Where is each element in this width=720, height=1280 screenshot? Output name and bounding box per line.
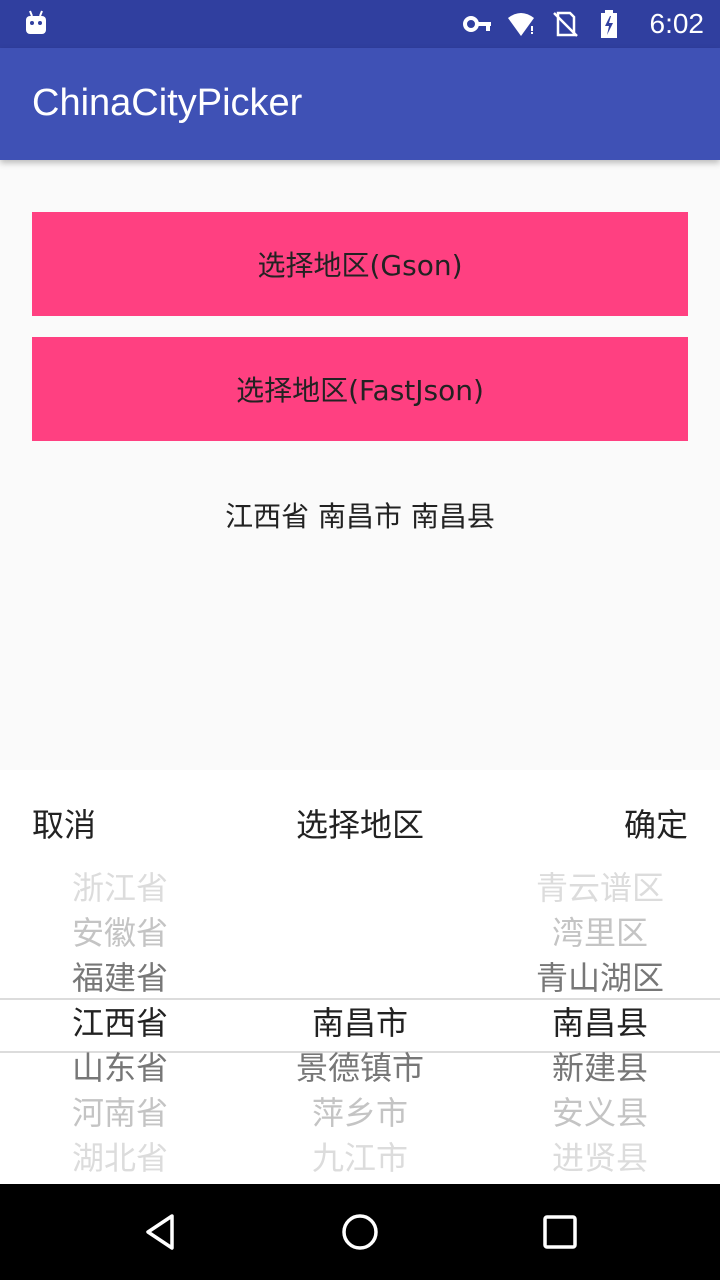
city-item[interactable]: [240, 911, 480, 956]
province-item[interactable]: 福建省: [0, 956, 240, 1001]
selected-region-text: 江西省 南昌市 南昌县: [225, 500, 495, 533]
province-item[interactable]: 山东省: [0, 1046, 240, 1091]
recent-apps-icon[interactable]: [538, 1210, 582, 1254]
province-item[interactable]: 安徽省: [0, 911, 240, 956]
district-item[interactable]: 青山湖区: [480, 956, 720, 1001]
select-region-fastjson-button[interactable]: 选择地区(FastJson): [32, 337, 688, 441]
wifi-icon: [508, 13, 534, 36]
gson-button-label: 选择地区(Gson): [257, 249, 463, 282]
province-wheel[interactable]: 浙江省 安徽省 福建省 江西省 山东省 河南省 湖北省: [0, 866, 240, 1184]
status-time: 6:02: [649, 8, 705, 39]
battery-charging-icon: [601, 10, 617, 38]
fastjson-button-label: 选择地区(FastJson): [236, 374, 484, 407]
district-item[interactable]: 安义县: [480, 1091, 720, 1136]
district-item[interactable]: 湾里区: [480, 911, 720, 956]
city-item[interactable]: [240, 866, 480, 911]
district-item[interactable]: 进贤县: [480, 1136, 720, 1181]
district-item-selected[interactable]: 南昌县: [480, 1001, 720, 1046]
district-wheel[interactable]: 青云谱区 湾里区 青山湖区 南昌县 新建县 安义县 进贤县: [480, 866, 720, 1184]
app-title: ChinaCityPicker: [32, 82, 303, 124]
province-item-selected[interactable]: 江西省: [0, 1001, 240, 1046]
district-item[interactable]: 新建县: [480, 1046, 720, 1091]
status-bar: 6:02: [0, 0, 720, 48]
app-bar: ChinaCityPicker: [0, 48, 720, 160]
cancel-button[interactable]: 取消: [32, 800, 96, 846]
city-wheel[interactable]: 南昌市 景德镇市 萍乡市 九江市: [240, 866, 480, 1184]
city-item-selected[interactable]: 南昌市: [240, 1001, 480, 1046]
city-item[interactable]: [240, 956, 480, 1001]
no-sim-icon: [553, 11, 578, 37]
city-item[interactable]: 萍乡市: [240, 1091, 480, 1136]
navigation-bar: [0, 1184, 720, 1280]
city-item[interactable]: 九江市: [240, 1136, 480, 1181]
region-picker-sheet: 取消 选择地区 确定 浙江省 安徽省 福建省 江西省 山东省 河南省 湖北省 南…: [0, 770, 720, 1184]
home-icon[interactable]: [338, 1210, 382, 1254]
android-icon: [26, 10, 46, 34]
province-item[interactable]: 河南省: [0, 1091, 240, 1136]
district-item[interactable]: 青云谱区: [480, 866, 720, 911]
select-region-gson-button[interactable]: 选择地区(Gson): [32, 212, 688, 316]
confirm-button[interactable]: 确定: [624, 800, 688, 846]
province-item[interactable]: 湖北省: [0, 1136, 240, 1181]
province-item[interactable]: 浙江省: [0, 866, 240, 911]
vpn-key-icon: [463, 16, 491, 32]
city-item[interactable]: 景德镇市: [240, 1046, 480, 1091]
picker-title: 选择地区: [295, 806, 424, 844]
back-icon[interactable]: [138, 1210, 182, 1254]
